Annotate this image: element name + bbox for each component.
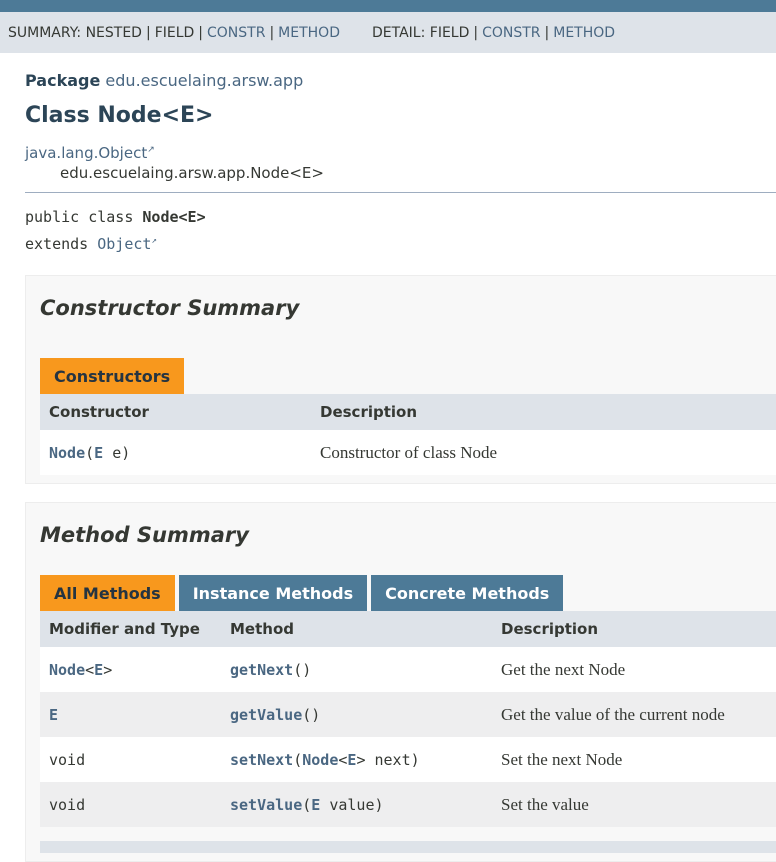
summary-nested: NESTED bbox=[85, 24, 142, 41]
constructor-cell: Node(E e) bbox=[40, 444, 311, 462]
summary-constr-link[interactable]: CONSTR bbox=[207, 25, 265, 41]
constructor-description: Constructor of class Node bbox=[320, 442, 498, 462]
modifier-cell: void bbox=[49, 795, 86, 814]
method-link-getnext[interactable]: getNext bbox=[230, 661, 293, 679]
col-modifier-type: Modifier and Type bbox=[49, 620, 200, 638]
separator: | bbox=[269, 24, 275, 41]
type-link[interactable]: E bbox=[49, 706, 58, 724]
col-method: Method bbox=[230, 620, 294, 638]
type-link[interactable]: Node bbox=[49, 661, 85, 679]
method-link-setnext[interactable]: setNext bbox=[230, 751, 293, 769]
signature-class-name: Node<E> bbox=[142, 208, 206, 226]
top-nav-bar bbox=[0, 0, 776, 12]
param-name: value) bbox=[320, 795, 384, 814]
method-cell: getValue() bbox=[221, 706, 492, 724]
constructor-link[interactable]: Node bbox=[49, 444, 85, 462]
class-header: Package edu.escuelaing.arsw.app Class No… bbox=[0, 53, 776, 182]
tab-concrete-methods[interactable]: Concrete Methods bbox=[371, 575, 564, 611]
method-summary-title: Method Summary bbox=[40, 523, 249, 547]
param-type-link[interactable]: E bbox=[94, 444, 103, 462]
method-table-header: Modifier and Type Method Description bbox=[40, 611, 776, 647]
detail-field: FIELD bbox=[429, 24, 470, 41]
col-description: Description bbox=[320, 403, 418, 421]
package-label: Package bbox=[25, 71, 101, 90]
class-signature: public class Node<E> extends Object↗ bbox=[0, 193, 776, 256]
tab-instance-methods[interactable]: Instance Methods bbox=[178, 575, 368, 611]
extends-keyword: extends bbox=[25, 235, 98, 253]
detail-constr-link[interactable]: CONSTR bbox=[482, 25, 540, 41]
summary-label: SUMMARY: bbox=[8, 24, 82, 41]
method-link-setvalue[interactable]: setValue bbox=[230, 796, 302, 814]
signature-prefix: public class bbox=[25, 208, 143, 226]
modifier-cell: E bbox=[40, 706, 221, 724]
param-type-link[interactable]: E bbox=[311, 796, 320, 814]
signature-line-2: extends Object↗ bbox=[25, 229, 751, 256]
object-superclass-link[interactable]: Object bbox=[97, 235, 151, 253]
inheritance-parent: java.lang.Object↗ bbox=[25, 144, 751, 162]
inheritance-child: edu.escuelaing.arsw.app.Node<E> bbox=[60, 164, 324, 182]
constructor-tabs: Constructors bbox=[40, 358, 776, 394]
method-description: Set the next Node bbox=[501, 749, 623, 769]
tab-constructors[interactable]: Constructors bbox=[40, 358, 185, 394]
separator: | bbox=[198, 24, 204, 41]
package-link[interactable]: edu.escuelaing.arsw.app bbox=[105, 71, 303, 90]
paren-open: ( bbox=[293, 750, 303, 769]
param-name: e) bbox=[103, 443, 131, 462]
separator: | bbox=[544, 24, 550, 41]
summary-field: FIELD bbox=[154, 24, 195, 41]
constructor-summary: Constructor Summary Constructors Constru… bbox=[25, 275, 776, 484]
paren-open: ( bbox=[85, 443, 95, 462]
table-row: void setValue(E value) Set the value bbox=[40, 782, 776, 827]
table-row: E getValue() Get the value of the curren… bbox=[40, 692, 776, 737]
method-description: Get the next Node bbox=[501, 659, 626, 679]
table-row: Node<E> getNext() Get the next Node bbox=[40, 647, 776, 692]
param-type-link[interactable]: Node bbox=[302, 751, 338, 769]
method-cell: setNext(Node<E> next) bbox=[221, 751, 492, 769]
col-constructor: Constructor bbox=[49, 403, 149, 421]
col-description: Description bbox=[501, 620, 599, 638]
page-title: Class Node<E> bbox=[25, 103, 214, 128]
separator: | bbox=[145, 24, 151, 41]
method-cell: setValue(E value) bbox=[221, 796, 492, 814]
method-description: Get the value of the current node bbox=[501, 704, 725, 724]
method-description: Set the value bbox=[501, 794, 589, 814]
modifier-cell: void bbox=[49, 750, 86, 769]
table-row: void setNext(Node<E> next) Set the next … bbox=[40, 737, 776, 782]
paren-open: ( bbox=[302, 795, 312, 814]
sub-navigation: SUMMARY: NESTED | FIELD | CONSTR | METHOD DETA… bbox=[0, 12, 776, 53]
next-section-header bbox=[40, 841, 776, 853]
separator: | bbox=[473, 24, 479, 41]
package-line: Package edu.escuelaing.arsw.app bbox=[25, 71, 751, 90]
generic-open: < bbox=[85, 660, 95, 679]
type-param-link[interactable]: E bbox=[94, 661, 103, 679]
external-link-icon: ↗ bbox=[151, 236, 157, 246]
method-args: () bbox=[302, 705, 321, 724]
modifier-cell: Node<E> bbox=[40, 661, 221, 679]
signature-line-1: public class Node<E> bbox=[25, 205, 751, 229]
constructor-table-header: Constructor Description bbox=[40, 394, 776, 430]
table-row: Node(E e) Constructor of class Node bbox=[40, 430, 776, 475]
tab-all-methods[interactable]: All Methods bbox=[40, 575, 175, 611]
detail-method-link[interactable]: METHOD bbox=[553, 25, 615, 41]
object-link[interactable]: java.lang.Object bbox=[25, 144, 147, 162]
method-link-getvalue[interactable]: getValue bbox=[230, 706, 302, 724]
method-args: () bbox=[293, 660, 312, 679]
method-summary: Method Summary All Methods Instance Meth… bbox=[25, 502, 776, 862]
generic-close: > bbox=[103, 660, 113, 679]
detail-label: DETAIL: bbox=[371, 24, 426, 41]
param-name: > next) bbox=[356, 750, 420, 769]
summary-method-link[interactable]: METHOD bbox=[278, 25, 340, 41]
method-tabs: All Methods Instance Methods Concrete Me… bbox=[40, 575, 776, 611]
method-cell: getNext() bbox=[221, 661, 492, 679]
external-link-icon: ↗ bbox=[147, 145, 155, 155]
constructor-summary-title: Constructor Summary bbox=[40, 296, 300, 320]
